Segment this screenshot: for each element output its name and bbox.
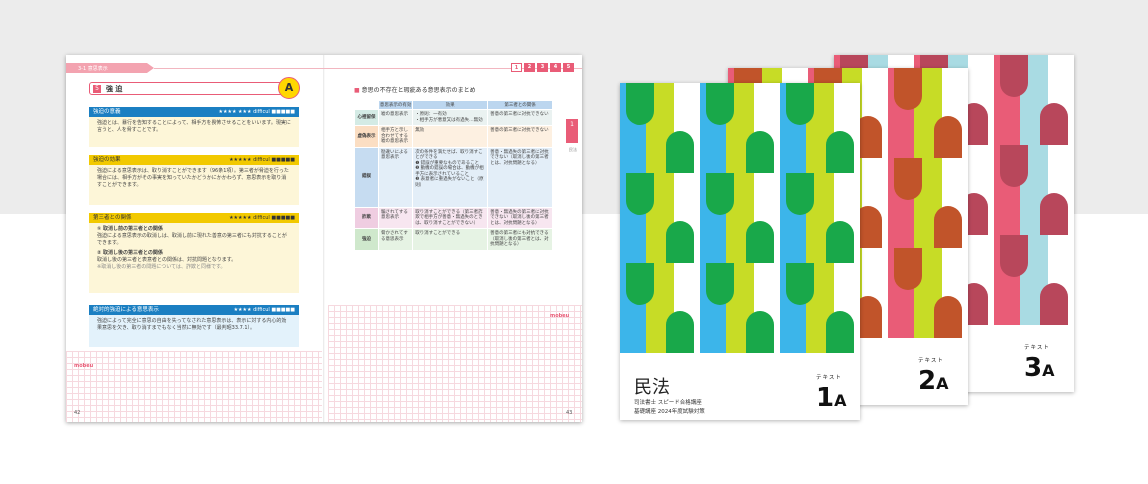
cover-arch-shape <box>826 131 854 173</box>
cover-arch-shape <box>894 248 922 290</box>
cover-arch-shape <box>934 206 962 248</box>
chapter-tab: 2 <box>524 63 535 72</box>
cover-arch-shape <box>786 83 814 125</box>
chapter-label: 3-1 意思表示 <box>66 63 154 73</box>
table-row: 心裡留保 嘘の意思表示 ・原則：一有効 ・相手方が悪意又は有過失…無効 善意の第… <box>354 109 553 126</box>
cover-arch-shape <box>894 68 922 110</box>
rank-badge: A <box>278 77 300 99</box>
spine <box>323 55 325 422</box>
table-row: 強迫 脅かされてする意思表示 取り消すことができる 善意の第三者にも対抗できる（… <box>354 228 553 251</box>
cover-arch-shape <box>626 173 654 215</box>
volume-label: 3A <box>1024 353 1055 383</box>
cover-arch-shape <box>666 311 694 353</box>
chapter-tab: 4 <box>550 63 561 72</box>
cover-arch-shape <box>826 311 854 353</box>
chapter-tab: 3 <box>537 63 548 72</box>
chapter-tabs: 1 2 3 4 5 <box>511 63 574 72</box>
cover-arch-shape <box>786 263 814 305</box>
section-title: 5 強 迫 <box>89 82 297 95</box>
table-title: 意思の不存在と瑕疵ある意思表示のまとめ <box>354 85 476 94</box>
cover-arch-shape <box>666 221 694 263</box>
volume-label: 1A <box>816 383 847 413</box>
chapter-tab: 5 <box>563 63 574 72</box>
textbook-cover-1a: 民法 司法書士 スピード合格講座 基礎講座 2024年度試験対策 テキスト 1A <box>620 83 860 420</box>
cover-arch-shape <box>706 173 734 215</box>
summary-table: 意思表示の有効 効果 第三者との関係 心裡留保 嘘の意思表示 ・原則：一有効 ・… <box>354 100 553 251</box>
cover-arch-shape <box>1000 55 1028 97</box>
cover-arch-shape <box>1000 235 1028 277</box>
side-label: 民法 <box>569 147 577 152</box>
table-row: 錯誤 勘違いによる意思表示 次の条件を満たせば、取り消すことができる ❶ 錯誤が… <box>354 146 553 208</box>
page-number: 42 <box>74 410 81 416</box>
cover-arch-shape <box>1040 193 1068 235</box>
cover-arch-shape <box>1040 283 1068 325</box>
chapter-tab: 1 <box>511 63 522 72</box>
cover-arch-shape <box>894 158 922 200</box>
content-box: 絶対的強迫による意思表示 ★★★★ difficul ■■■■■ 強迫によって完全… <box>89 305 299 347</box>
cover-arch-shape <box>826 221 854 263</box>
table-row: 虚偽表示 相手方と示し合わせてする嘘の意思表示 無効 善意の第三者に対抗できない <box>354 125 553 148</box>
page-header: 3-1 意思表示 1 2 3 4 5 <box>66 63 582 73</box>
cover-arch-shape <box>706 263 734 305</box>
page-number: 43 <box>566 410 573 416</box>
textbook-spread: 3-1 意思表示 1 2 3 4 5 5 強 迫 A 強迫の意義 ★★★★ ★★★… <box>66 55 582 422</box>
cover-arch-shape <box>934 116 962 158</box>
cover-arch-shape <box>666 131 694 173</box>
cover-arch-shape <box>626 83 654 125</box>
volume-label: 2A <box>918 366 949 396</box>
brand-logo: mobeu <box>74 363 94 369</box>
cover-arch-shape <box>746 311 774 353</box>
table-row: 詐欺 騙されてする意思表示 取り消すことができる（第三者詐欺で相手方が善意・無過… <box>354 206 553 229</box>
cover-arch-shape <box>1000 145 1028 187</box>
cover-arch-shape <box>934 296 962 338</box>
book-title: 民法 <box>634 377 670 398</box>
cover-pattern <box>620 83 860 353</box>
cover-arch-shape <box>706 83 734 125</box>
cover-arch-shape <box>1040 103 1068 145</box>
content-box: 強迫の意義 ★★★★ ★★★ difficul ■■■■■ 強迫とは、暴行を告知す… <box>89 107 299 147</box>
content-box: 第三者との関係 ★★★★★ difficul ■■■■■ ① 取消し前の第三者との… <box>89 213 299 293</box>
side-tab: 1 <box>566 119 578 143</box>
cover-arch-shape <box>786 173 814 215</box>
brand-logo: mobeu <box>550 313 570 319</box>
cover-arch-shape <box>746 131 774 173</box>
cover-arch-shape <box>626 263 654 305</box>
cover-arch-shape <box>746 221 774 263</box>
content-box: 強迫の効果 ★★★★★ difficul ■■■■■ 強迫による意思表示は、取り消… <box>89 155 299 205</box>
